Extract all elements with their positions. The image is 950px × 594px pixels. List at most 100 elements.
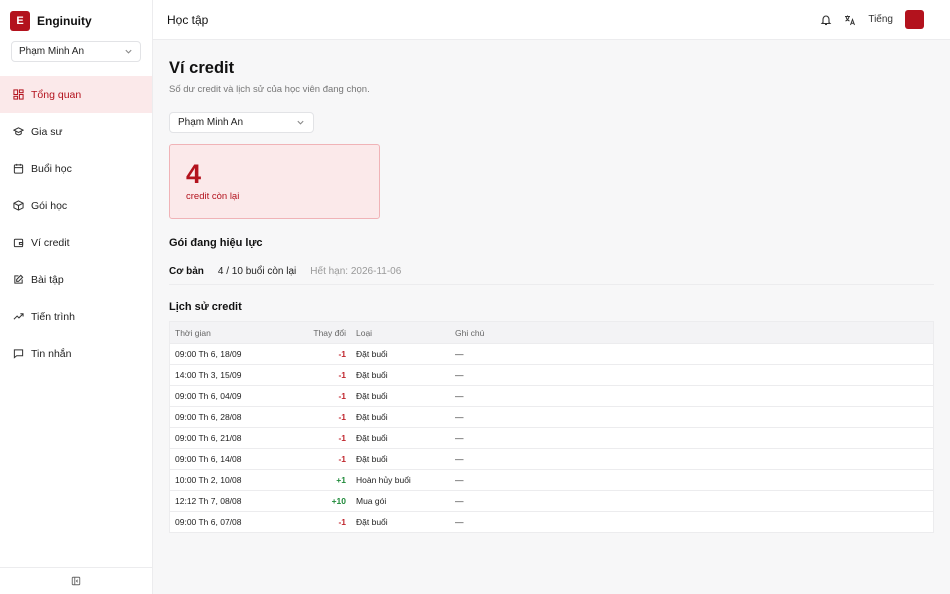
cell-change: +1: [336, 475, 346, 485]
sidebar-collapse-icon[interactable]: [71, 576, 81, 586]
sidebar-footer: [0, 567, 152, 594]
chevron-down-icon: [297, 120, 304, 125]
sidebar-item-label: Gói học: [31, 199, 68, 212]
table-body: 09:00 Th 6, 18/09 -1 Đặt buổi —14:00 Th 3, …: [170, 343, 933, 532]
cell-note: —: [455, 496, 464, 506]
sidebar-student-select[interactable]: Phạm Minh An: [11, 41, 141, 62]
cell-change: +10: [331, 496, 346, 506]
cell-note: —: [455, 412, 464, 422]
table-row: 09:00 Th 6, 04/09 -1 Đặt buổi —: [170, 385, 933, 406]
dashboard-icon: [13, 89, 24, 100]
cell-change: -1: [338, 433, 346, 443]
credit-balance-label: credit còn lại: [186, 191, 240, 202]
cell-type: Đặt buổi: [356, 454, 388, 464]
cell-type: Đặt buổi: [356, 370, 388, 380]
topbar-actions: Tiếng: [820, 10, 936, 29]
brand-name: Enginuity: [37, 14, 92, 28]
cell-change: -1: [338, 412, 346, 422]
cell-type: Đặt buổi: [356, 391, 388, 401]
cell-time: 09:00 Th 6, 14/08: [175, 454, 242, 464]
cell-note: —: [455, 391, 464, 401]
table-row: 09:00 Th 6, 28/08 -1 Đặt buổi —: [170, 406, 933, 427]
sidebar-item-label: Tiến trình: [31, 310, 75, 323]
page-section-title: Học tập: [167, 12, 209, 27]
sidebar-student-value: Phạm Minh An: [19, 46, 85, 57]
sidebar-item-label: Tin nhắn: [31, 347, 72, 360]
content: Ví credit Số dư credit và lịch sử của họ…: [153, 40, 950, 533]
cell-time: 09:00 Th 6, 21/08: [175, 433, 242, 443]
sidebar-item-tutors[interactable]: Gia sư: [0, 113, 152, 150]
sidebar-item-assignments[interactable]: Bài tập: [0, 261, 152, 298]
cell-time: 09:00 Th 6, 28/08: [175, 412, 242, 422]
cell-time: 14:00 Th 3, 15/09: [175, 370, 242, 380]
brand[interactable]: E Enginuity: [0, 0, 152, 32]
student-filter-value: Phạm Minh An: [178, 117, 244, 128]
chevron-down-icon: [125, 49, 132, 54]
sidebar-item-sessions[interactable]: Buổi học: [0, 150, 152, 187]
package-name: Cơ bản: [169, 265, 204, 277]
sidebar-item-label: Tổng quan: [31, 88, 82, 101]
cell-time: 12:12 Th 7, 08/08: [175, 496, 242, 506]
table-header: Thời gian Thay đổi Loại Ghi chú: [170, 322, 933, 343]
cell-change: -1: [338, 349, 346, 359]
column-header-change: Thay đổi: [313, 327, 346, 338]
cell-type: Đặt buổi: [356, 349, 388, 359]
topbar: Học tập Tiếng: [153, 0, 950, 40]
cell-note: —: [455, 349, 464, 359]
table-row: 12:12 Th 7, 08/08 +10 Mua gói —: [170, 490, 933, 511]
column-header-note: Ghi chú: [455, 327, 485, 338]
sidebar-item-label: Bài tập: [31, 273, 64, 286]
credit-balance-value: 4: [186, 159, 202, 189]
credit-balance-card: 4 credit còn lại: [169, 144, 380, 219]
credit-history-table: Thời gian Thay đổi Loại Ghi chú 09:00 Th…: [169, 321, 934, 533]
page-title: Ví credit: [169, 59, 235, 77]
avatar[interactable]: [905, 10, 924, 29]
active-package-row: Cơ bản 4 / 10 buổi còn lại Hết hạn: 2026…: [169, 265, 934, 285]
sidebar-item-wallet[interactable]: Ví credit: [0, 224, 152, 261]
cell-note: —: [455, 370, 464, 380]
cell-note: —: [455, 433, 464, 443]
sidebar-nav: Tổng quan Gia sư Buổi học Gói học Ví cre…: [0, 76, 152, 372]
cell-note: —: [455, 454, 464, 464]
sidebar-item-label: Gia sư: [31, 125, 63, 138]
cell-time: 09:00 Th 6, 07/08: [175, 517, 242, 527]
calendar-icon: [13, 163, 24, 174]
column-header-time: Thời gian: [175, 327, 211, 338]
cell-type: Đặt buổi: [356, 433, 388, 443]
credit-history-heading: Lịch sử credit: [169, 301, 242, 313]
brand-logo: E: [10, 11, 30, 31]
sidebar-item-label: Buổi học: [31, 162, 72, 175]
active-package-heading: Gói đang hiệu lực: [169, 237, 263, 249]
cell-change: -1: [338, 391, 346, 401]
table-row: 09:00 Th 6, 07/08 -1 Đặt buổi —: [170, 511, 933, 532]
cell-type: Đặt buổi: [356, 412, 388, 422]
cell-change: -1: [338, 370, 346, 380]
sidebar-item-messages[interactable]: Tin nhắn: [0, 335, 152, 372]
package-expiry: Hết hạn: 2026-11-06: [310, 265, 402, 277]
cell-change: -1: [338, 517, 346, 527]
translate-icon[interactable]: [844, 14, 856, 26]
sidebar-item-packages[interactable]: Gói học: [0, 187, 152, 224]
cell-type: Mua gói: [356, 496, 387, 506]
table-row: 09:00 Th 6, 14/08 -1 Đặt buổi —: [170, 448, 933, 469]
bell-icon[interactable]: [820, 14, 832, 26]
sidebar-item-overview[interactable]: Tổng quan: [0, 76, 152, 113]
trending-icon: [13, 313, 24, 320]
column-header-type: Loại: [356, 327, 373, 338]
cell-note: —: [455, 475, 464, 485]
page-subtitle: Số dư credit và lịch sử của học viên đan…: [169, 84, 370, 95]
cell-change: -1: [338, 454, 346, 464]
table-row: 09:00 Th 6, 18/09 -1 Đặt buổi —: [170, 343, 933, 364]
sidebar-item-label: Ví credit: [31, 236, 70, 249]
message-icon: [13, 349, 24, 359]
graduation-cap-icon: [13, 127, 24, 136]
table-row: 14:00 Th 3, 15/09 -1 Đặt buổi —: [170, 364, 933, 385]
table-row: 09:00 Th 6, 21/08 -1 Đặt buổi —: [170, 427, 933, 448]
sidebar: E Enginuity Phạm Minh An Tổng quan Gia s…: [0, 0, 153, 594]
package-icon: [13, 200, 24, 211]
sidebar-item-progress[interactable]: Tiến trình: [0, 298, 152, 335]
cell-type: Hoàn hủy buổi: [356, 475, 411, 485]
language-button[interactable]: Tiếng: [868, 14, 893, 25]
student-filter-select[interactable]: Phạm Minh An: [169, 112, 314, 133]
cell-note: —: [455, 517, 464, 527]
